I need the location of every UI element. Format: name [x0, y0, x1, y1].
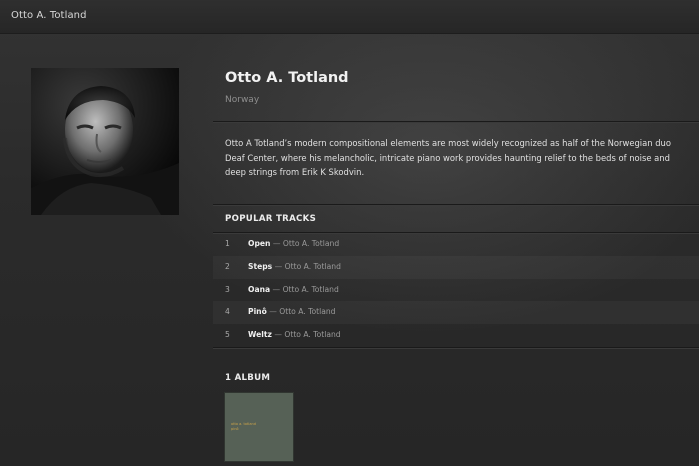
album-cover[interactable]: otto a. totland pinô [225, 393, 293, 461]
track-label: Pinô — Otto A. Totland [248, 301, 335, 324]
divider [213, 121, 699, 123]
window-title: Otto A. Totland [11, 10, 87, 21]
track-row[interactable]: 5 Weltz — Otto A. Totland [213, 324, 699, 347]
track-separator: — [274, 261, 283, 271]
track-title[interactable]: Open [248, 239, 270, 248]
track-artist[interactable]: Otto A. Totland [284, 330, 340, 339]
track-title[interactable]: Steps [248, 262, 272, 271]
divider [213, 204, 699, 206]
track-number: 3 [225, 284, 230, 294]
track-artist[interactable]: Otto A. Totland [279, 307, 335, 316]
track-title[interactable]: Pinô [248, 307, 267, 316]
artist-name: Otto A. Totland [225, 70, 349, 86]
track-row[interactable]: 3 Oana — Otto A. Totland [213, 279, 699, 302]
album-cover-text: otto a. totland pinô [231, 422, 256, 431]
artist-photo [31, 68, 179, 215]
track-list: 1 Open — Otto A. Totland 2 Steps — Otto … [213, 233, 699, 347]
artist-bio: Otto A Totland’s modern compositional el… [225, 138, 671, 177]
track-separator: — [269, 307, 277, 317]
track-artist[interactable]: Otto A. Totland [285, 262, 341, 271]
track-label: Oana — Otto A. Totland [248, 279, 339, 302]
track-artist[interactable]: Otto A. Totland [283, 239, 339, 248]
track-separator: — [272, 239, 281, 248]
track-label: Weltz — Otto A. Totland [248, 324, 341, 347]
divider [213, 347, 699, 349]
track-row[interactable]: 4 Pinô — Otto A. Totland [213, 301, 699, 324]
album-cover-title: pinô [231, 426, 239, 431]
track-number: 2 [225, 261, 230, 271]
albums-heading: 1 ALBUM [225, 373, 271, 383]
track-row[interactable]: 1 Open — Otto A. Totland [213, 233, 699, 256]
track-label: Steps — Otto A. Totland [248, 256, 341, 279]
track-separator: — [274, 330, 282, 340]
track-number: 4 [225, 307, 230, 317]
popular-tracks-heading: POPULAR TRACKS [225, 214, 317, 224]
track-separator: — [272, 284, 281, 294]
artist-page: Otto A. Totland Otto A. Totland Norway O… [0, 0, 699, 466]
track-title[interactable]: Oana [248, 285, 270, 294]
title-bar: Otto A. Totland [0, 0, 699, 34]
track-number: 5 [225, 330, 230, 340]
album-cover-artist: otto a. totland [231, 422, 256, 426]
track-title[interactable]: Weltz [248, 330, 272, 339]
track-number: 1 [225, 239, 230, 248]
track-label: Open — Otto A. Totland [248, 233, 339, 256]
artist-portrait-image [31, 68, 179, 215]
track-row[interactable]: 2 Steps — Otto A. Totland [213, 256, 699, 279]
artist-country: Norway [225, 95, 260, 105]
track-artist[interactable]: Otto A. Totland [283, 285, 339, 294]
